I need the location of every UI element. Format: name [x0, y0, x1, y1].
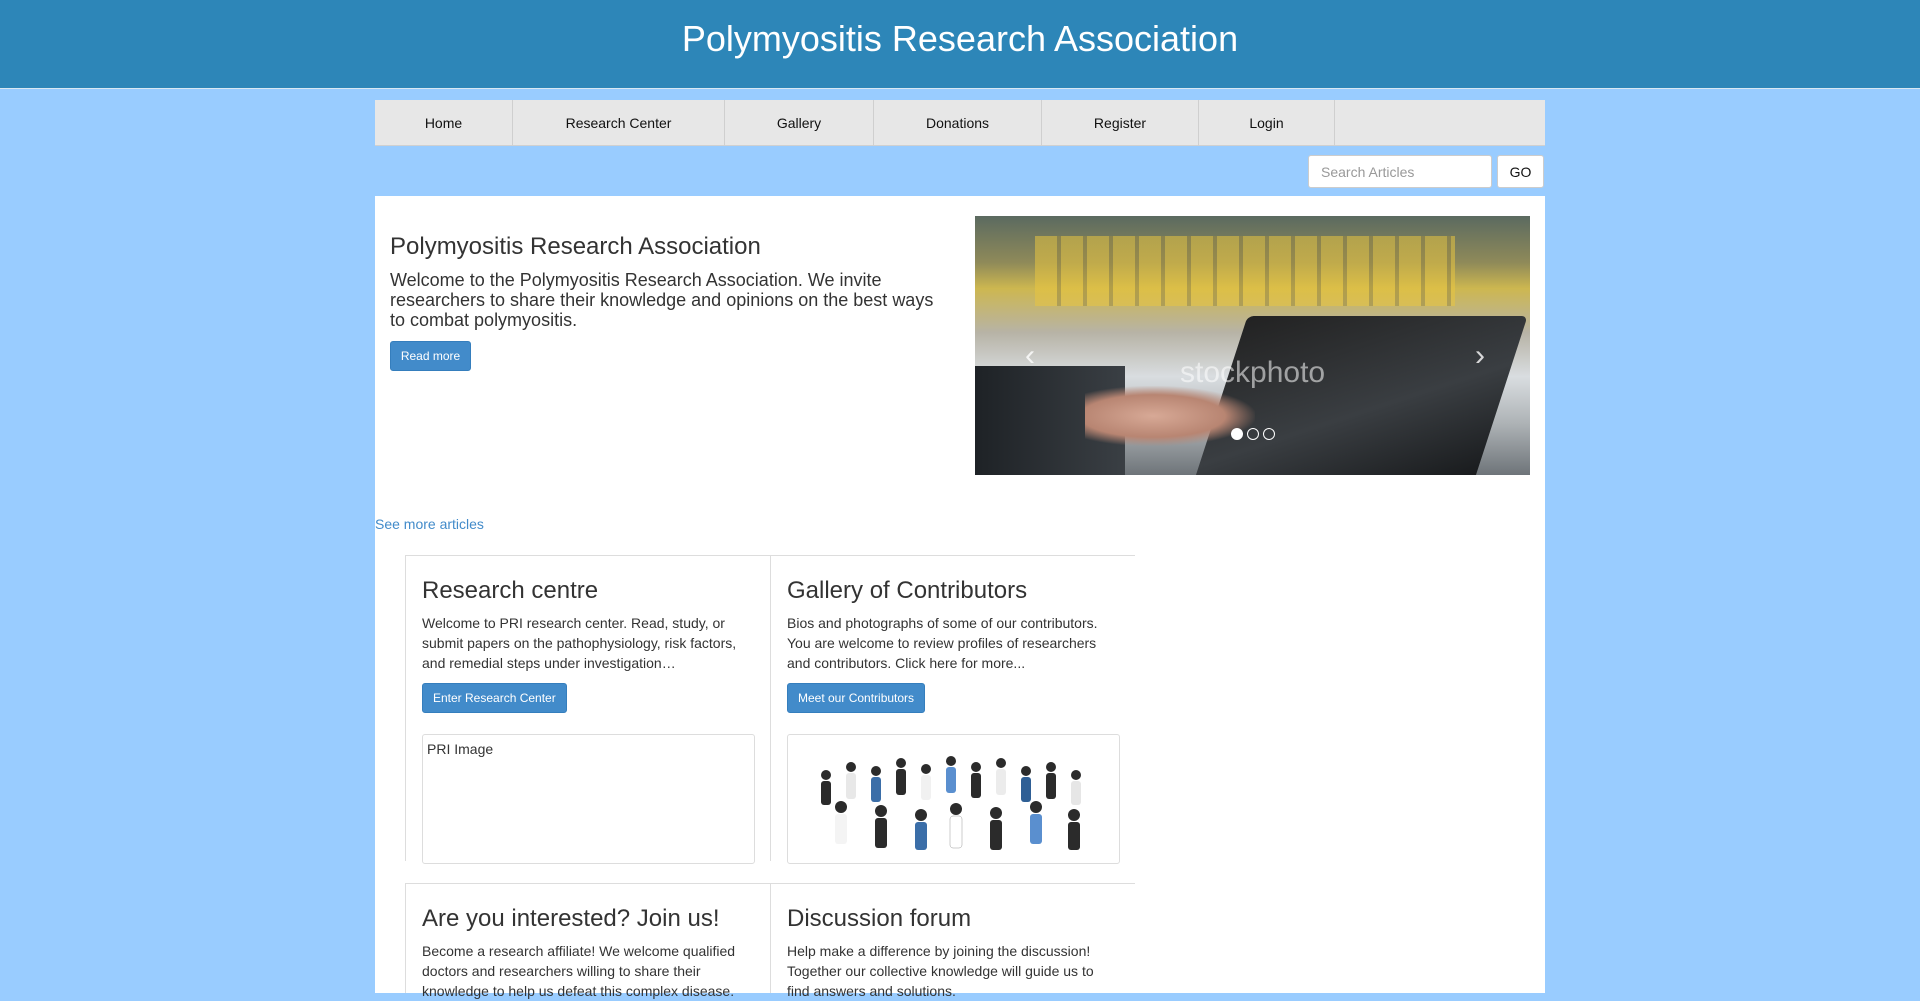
nav-item-donations[interactable]: Donations — [874, 100, 1042, 146]
carousel-indicator[interactable] — [1231, 428, 1243, 440]
card-title: Research centre — [422, 577, 599, 604]
image-carousel[interactable]: stockphoto ‹ › — [975, 216, 1530, 475]
card-title: Are you interested? Join us! — [422, 905, 720, 932]
nav-item-home[interactable]: Home — [375, 100, 513, 146]
pri-image: PRI Image — [422, 734, 755, 864]
search-form: GO — [1308, 155, 1544, 188]
site-header: Polymyositis Research Association — [0, 0, 1920, 89]
card-text: Help make a difference by joining the di… — [787, 943, 1094, 999]
carousel-indicator[interactable] — [1247, 428, 1259, 440]
chevron-right-icon[interactable]: › — [1465, 341, 1495, 371]
hero-text: Welcome to the Polymyositis Research Ass… — [390, 270, 934, 330]
search-input[interactable] — [1308, 155, 1492, 188]
join-us-card: Are you interested? Join us! Become a re… — [405, 884, 770, 999]
search-go-button[interactable]: GO — [1497, 155, 1544, 188]
crowd-illustration — [821, 756, 1081, 850]
image-alt-text: PRI Image — [427, 741, 494, 757]
research-centre-card: Research centre Welcome to PRI research … — [405, 556, 770, 864]
chevron-left-icon[interactable]: ‹ — [1015, 341, 1045, 371]
main-content: Polymyositis Research Association Welcom… — [375, 196, 1545, 999]
carousel-indicator[interactable] — [1263, 428, 1275, 440]
card-text: Bios and photographs of some of our cont… — [787, 615, 1098, 671]
carousel-watermark: stockphoto — [1180, 356, 1326, 389]
carousel-indicators — [1231, 428, 1275, 440]
nav-item-register[interactable]: Register — [1042, 100, 1199, 146]
card-text: Welcome to PRI research center. Read, st… — [422, 615, 737, 671]
nav-item-research-center[interactable]: Research Center — [513, 100, 725, 146]
discussion-forum-card: Discussion forum Help make a difference … — [770, 884, 1135, 999]
enter-research-center-button[interactable]: Enter Research Center — [422, 683, 567, 713]
hero-title: Polymyositis Research Association — [390, 233, 761, 260]
card-row: Are you interested? Join us! Become a re… — [405, 883, 1135, 999]
nav-item-login[interactable]: Login — [1199, 100, 1335, 146]
carousel-slide-hands — [1085, 386, 1255, 446]
see-more-articles-link[interactable]: See more articles — [375, 516, 484, 532]
nav-item-gallery[interactable]: Gallery — [725, 100, 874, 146]
card-title: Discussion forum — [787, 905, 972, 932]
card-text: Become a research affiliate! We welcome … — [422, 943, 736, 999]
gallery-card: Gallery of Contributors Bios and photogr… — [770, 556, 1135, 864]
card-row: Research centre Welcome to PRI research … — [405, 555, 1135, 864]
card-title: Gallery of Contributors — [787, 577, 1028, 604]
carousel-slide-background — [1035, 236, 1455, 306]
main-nav: Home Research Center Gallery Donations R… — [375, 100, 1545, 146]
site-title: Polymyositis Research Association — [681, 18, 1239, 59]
contributors-image — [787, 734, 1120, 864]
meet-contributors-button[interactable]: Meet our Contributors — [787, 683, 926, 713]
read-more-button[interactable]: Read more — [390, 341, 471, 371]
